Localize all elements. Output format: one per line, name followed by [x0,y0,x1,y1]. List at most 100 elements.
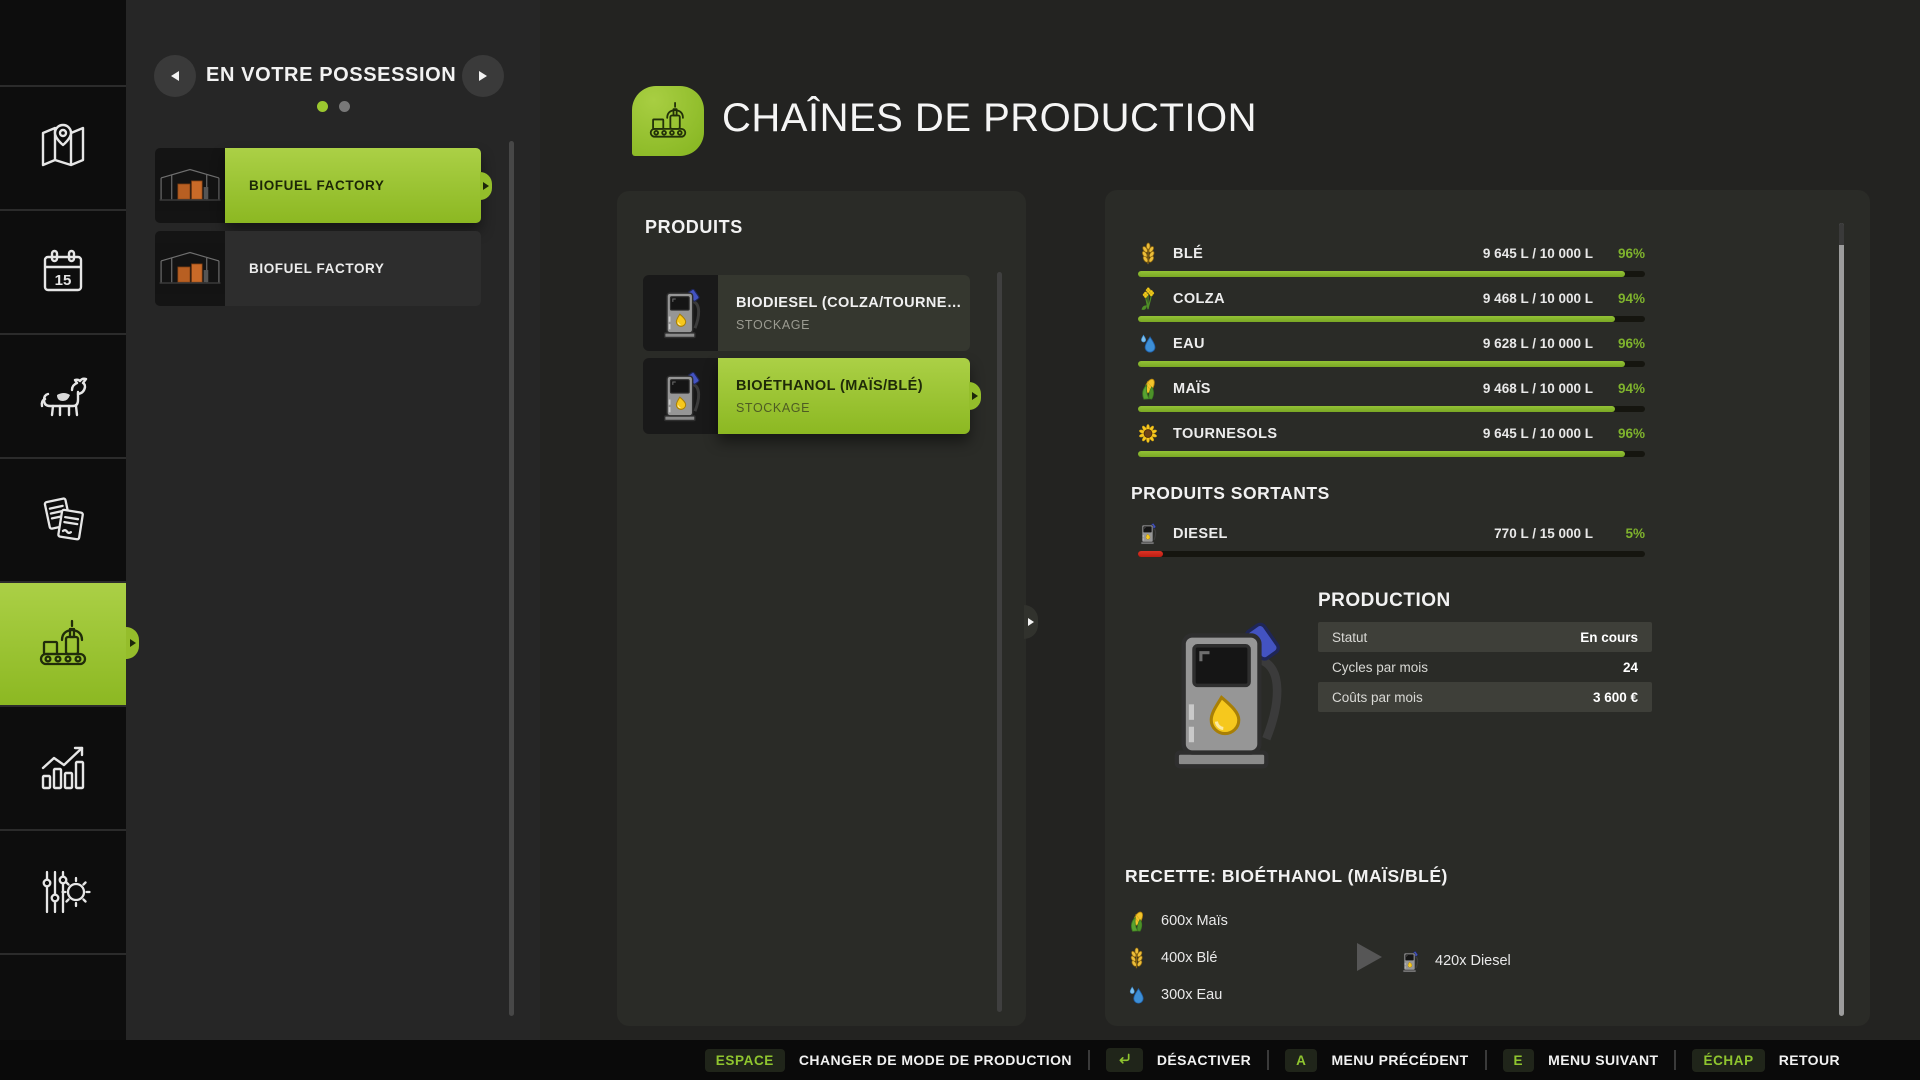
shortcut-deactivate[interactable]: DÉSACTIVER [1106,1048,1251,1072]
nav-statistics[interactable] [0,705,126,829]
nav-animals[interactable] [0,333,126,457]
panel-expander[interactable] [1024,605,1038,639]
water-icon [1127,984,1146,1006]
nav-settings[interactable] [0,829,126,953]
fuel-pump-icon [1401,950,1419,973]
fill-type-name: BLÉ [1173,246,1203,262]
table-row: Coûts par mois 3 600 € [1318,682,1652,712]
shortcut-label: MENU PRÉCÉDENT [1331,1052,1468,1068]
row-label: Coûts par mois [1332,690,1423,705]
fill-percent: 96% [1593,336,1645,351]
page-dot-active[interactable] [317,101,328,112]
page-dot[interactable] [339,101,350,112]
factory-thumbnail [155,231,225,306]
factory-list-item[interactable]: BIOFUEL FACTORY [155,231,481,306]
corn-icon [1138,377,1158,400]
nav-calendar[interactable]: 15 [0,209,126,333]
product-thumbnail [643,358,718,434]
row-value: En cours [1580,630,1638,645]
storage-row: COLZA 9 468 L / 10 000 L 94% [1138,285,1645,330]
recipe-output: 420x Diesel [1401,948,1511,974]
ingredient-label: 300x Eau [1161,987,1222,1003]
next-page-button[interactable] [462,55,504,97]
page-icon [632,86,704,156]
fill-type-name: TOURNESOLS [1173,426,1277,442]
factory-list-item[interactable]: BIOFUEL FACTORY [155,148,481,223]
product-name: BIODIESEL (COLZA/TOURNE… [736,295,970,311]
fill-type-name: DIESEL [1173,526,1228,542]
factory-thumbnail [155,148,225,223]
shortcut-back[interactable]: ÉCHAP RETOUR [1692,1049,1840,1072]
contracts-icon [35,492,91,548]
production-chains-screen: 15 EN VOTRE POSSESSION BIOFUEL FACTORY B… [0,0,1920,1080]
fill-percent: 5% [1593,526,1645,541]
fill-amount: 9 468 L / 10 000 L [1483,381,1593,396]
fill-percent: 94% [1593,381,1645,396]
enter-icon [1117,1052,1132,1067]
fill-amount: 770 L / 15 000 L [1494,526,1593,541]
possession-title: EN VOTRE POSSESSION [206,64,456,87]
water-icon [1138,332,1158,355]
key-echap: ÉCHAP [1692,1049,1764,1072]
recipe-ingredient: 300x Eau [1127,976,1228,1013]
shortcut-next-menu[interactable]: E MENU SUIVANT [1503,1049,1659,1072]
production-heading: PRODUCTION [1318,590,1451,612]
arrow-left-icon [171,71,179,81]
shortcut-label: MENU SUIVANT [1548,1052,1658,1068]
shortcut-prev-menu[interactable]: A MENU PRÉCÉDENT [1285,1049,1468,1072]
outputs-heading: PRODUITS SORTANTS [1131,483,1330,504]
row-value: 24 [1623,660,1638,675]
fill-amount: 9 645 L / 10 000 L [1483,246,1593,261]
page-dots [126,101,540,112]
fill-bar [1138,361,1645,367]
wheat-icon [1138,242,1158,265]
factory-name: BIOFUEL FACTORY [249,178,385,193]
fill-bar [1138,271,1645,277]
products-heading: PRODUITS [645,217,743,238]
possession-scrollbar[interactable] [509,141,514,1016]
storage-row: DIESEL 770 L / 15 000 L 5% [1138,520,1645,565]
key-espace: ESPACE [705,1049,785,1072]
divider [1267,1050,1269,1070]
detail-scrollbar[interactable] [1839,223,1844,1016]
production-icon [35,616,91,672]
recipe-heading: RECETTE: BIOÉTHANOL (MAÏS/BLÉ) [1125,866,1448,887]
key-a: A [1285,1049,1317,1072]
storage-row: EAU 9 628 L / 10 000 L 96% [1138,330,1645,375]
storage-row: MAÏS 9 468 L / 10 000 L 94% [1138,375,1645,420]
fill-percent: 96% [1593,426,1645,441]
nav-contracts[interactable] [0,457,126,581]
selected-indicator [969,382,981,410]
fuel-pump-icon [660,369,702,423]
selected-indicator [480,172,492,200]
nav-production[interactable] [0,581,126,705]
page-title: CHAÎNES DE PRODUCTION [722,96,1257,141]
statistics-icon [35,740,91,796]
products-scrollbar[interactable] [997,272,1002,1012]
fill-amount: 9 645 L / 10 000 L [1483,426,1593,441]
calendar-day-label: 15 [55,272,72,289]
fill-amount: 9 468 L / 10 000 L [1483,291,1593,306]
table-row: Cycles par mois 24 [1318,652,1652,682]
factory-image-icon [155,148,225,223]
cow-icon [35,368,91,424]
fuel-pump-illustration [1163,610,1287,778]
divider [1485,1050,1487,1070]
fill-type-name: EAU [1173,336,1205,352]
nav-map[interactable] [0,85,126,209]
fill-bar [1138,551,1645,557]
corn-icon [1127,910,1146,932]
shortcut-change-mode[interactable]: ESPACE CHANGER DE MODE DE PRODUCTION [705,1049,1072,1072]
left-nav-rail: 15 [0,0,126,1080]
product-list-item[interactable]: BIOÉTHANOL (MAÏS/BLÉ) STOCKAGE [643,358,970,434]
prev-page-button[interactable] [154,55,196,97]
recipe-inputs: 600x Maïs 400x Blé 300x Eau [1127,902,1228,1013]
production-chains-icon [646,99,690,143]
sunflower-icon [1138,422,1158,445]
row-label: Cycles par mois [1332,660,1428,675]
product-list-item[interactable]: BIODIESEL (COLZA/TOURNE… STOCKAGE [643,275,970,351]
fill-percent: 94% [1593,291,1645,306]
storage-row: TOURNESOLS 9 645 L / 10 000 L 96% [1138,420,1645,465]
rail-divider [0,953,126,955]
possession-panel: EN VOTRE POSSESSION BIOFUEL FACTORY BIOF… [126,0,540,1040]
